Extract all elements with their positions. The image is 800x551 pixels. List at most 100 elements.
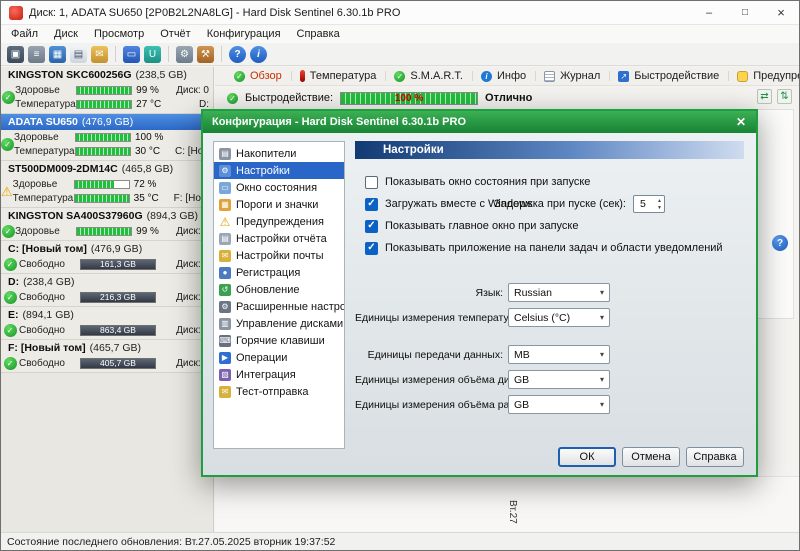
tab-performance[interactable]: Быстродействие bbox=[609, 67, 728, 85]
config-nav-test-send[interactable]: Тест-отправка bbox=[214, 383, 344, 400]
select-row-transfer-units: Единицы передачи данных: MB bbox=[355, 345, 744, 364]
toolbar-separator bbox=[168, 46, 169, 62]
config-nav-operations[interactable]: Операции bbox=[214, 349, 344, 366]
config-nav-hotkeys[interactable]: Горячие клавиши bbox=[214, 332, 344, 349]
configuration-dialog: Конфигурация - Hard Disk Sentinel 6.30.1… bbox=[201, 109, 758, 477]
partition-name: C: [Новый том] bbox=[8, 243, 87, 255]
status-ok-icon bbox=[3, 290, 17, 304]
transfer-units-select[interactable]: MB bbox=[508, 345, 610, 364]
disk-stack-icon[interactable] bbox=[28, 45, 45, 63]
partition-item-c[interactable]: C: [Новый том](476,9 GB) Свободно161,3 G… bbox=[1, 241, 213, 274]
checkbox-load-with-windows[interactable]: ✓ bbox=[365, 197, 378, 211]
chevron-down-icon bbox=[600, 375, 604, 384]
gear-icon[interactable] bbox=[176, 45, 193, 63]
help-icon[interactable] bbox=[229, 45, 246, 63]
menu-report[interactable]: Отчёт bbox=[152, 28, 198, 40]
registration-icon bbox=[219, 266, 231, 279]
partition-size: (476,9 GB) bbox=[90, 243, 143, 255]
disk-item-st500dm009[interactable]: ST500DM009-2DM14C(465,8 GB) Здоровье72 %… bbox=[1, 161, 213, 208]
maximize-icon[interactable] bbox=[727, 1, 763, 24]
tab-smart[interactable]: S.M.A.R.T. bbox=[385, 67, 472, 85]
report-icon[interactable] bbox=[70, 45, 87, 63]
menu-file[interactable]: Файл bbox=[3, 28, 46, 40]
menu-disk[interactable]: Диск bbox=[46, 28, 86, 40]
config-nav-status-window[interactable]: Окно состояния bbox=[214, 179, 344, 196]
tab-temperature[interactable]: Температура bbox=[290, 67, 386, 85]
config-nav-update[interactable]: Обновление bbox=[214, 281, 344, 298]
startup-delay-label: Задержка при пуске (сек): bbox=[493, 198, 626, 210]
temperature-units-select[interactable]: Celsius (°C) bbox=[508, 308, 610, 327]
config-nav-drives[interactable]: Накопители bbox=[214, 145, 344, 162]
tools-icon[interactable] bbox=[197, 45, 214, 63]
disk-item-adata-su650[interactable]: ADATA SU650(476,9 GB) Здоровье100 %Диск:… bbox=[1, 114, 213, 161]
free-space-row: Свободно 161,3 GB Диск: 1 bbox=[19, 258, 209, 270]
minimize-icon[interactable] bbox=[691, 1, 727, 24]
partition-volume-units-select[interactable]: GB bbox=[508, 395, 610, 414]
free-space-bar: 216,3 GB bbox=[80, 291, 156, 303]
ok-button[interactable]: ОК bbox=[558, 447, 616, 467]
free-space-bar: 161,3 GB bbox=[80, 258, 156, 270]
arrows-vertical-icon[interactable]: ⇅ bbox=[777, 89, 792, 104]
status-ok-icon bbox=[3, 323, 17, 337]
tab-info[interactable]: Инфо bbox=[471, 67, 535, 85]
menu-view[interactable]: Просмотр bbox=[86, 28, 152, 40]
disk-item-kingston-sa400[interactable]: KINGSTON SA400S37960G(894,3 GB) Здоровье… bbox=[1, 208, 213, 241]
config-nav-alerts[interactable]: Предупреждения bbox=[214, 213, 344, 230]
dialog-titlebar[interactable]: Конфигурация - Hard Disk Sentinel 6.30.1… bbox=[203, 111, 756, 133]
language-select[interactable]: Russian bbox=[508, 283, 610, 302]
config-nav-settings[interactable]: Настройки bbox=[214, 162, 344, 179]
menubar: Файл Диск Просмотр Отчёт Конфигурация Сп… bbox=[1, 25, 799, 43]
surface-test-icon[interactable] bbox=[49, 45, 66, 63]
checkbox-show-in-taskbar[interactable]: ✓ bbox=[365, 241, 378, 255]
config-nav-mail-settings[interactable]: Настройки почты bbox=[214, 247, 344, 264]
statusbar: Состояние последнего обновления: Вт.27.0… bbox=[1, 532, 799, 550]
config-nav-integration[interactable]: Интеграция bbox=[214, 366, 344, 383]
free-space-bar: 863,4 GB bbox=[80, 324, 156, 336]
arrows-horizontal-icon[interactable]: ⇄ bbox=[757, 89, 772, 104]
disk-size: (238,5 GB) bbox=[135, 69, 187, 81]
background-band: Вт.27 bbox=[215, 476, 799, 532]
performance-summary: Быстродействие: 100 % Отлично bbox=[215, 86, 799, 110]
config-nav-disk-management[interactable]: Управление дисками bbox=[214, 315, 344, 332]
health-bar bbox=[73, 179, 130, 189]
disk-item-kingston-skc600[interactable]: KINGSTON SKC600256G(238,5 GB) Здоровье99… bbox=[1, 67, 213, 114]
test-send-icon bbox=[219, 385, 231, 398]
window-controls bbox=[691, 1, 799, 24]
disk-name: KINGSTON SA400S37960G bbox=[8, 210, 143, 222]
config-nav-thresholds[interactable]: Пороги и значки bbox=[214, 196, 344, 213]
menu-configuration[interactable]: Конфигурация bbox=[199, 28, 289, 40]
usb-icon[interactable] bbox=[144, 45, 161, 63]
cancel-button[interactable]: Отмена bbox=[622, 447, 680, 467]
monitor-icon[interactable] bbox=[123, 45, 140, 63]
checkbox-show-status-window[interactable] bbox=[365, 175, 378, 189]
select-row-partition-volume-units: Единицы измерения объёма разделов: GB bbox=[355, 395, 744, 414]
disk-volume-units-select[interactable]: GB bbox=[508, 370, 610, 389]
config-nav-report-settings[interactable]: Настройки отчёта bbox=[214, 230, 344, 247]
dialog-close-icon[interactable] bbox=[730, 113, 752, 131]
tab-alerts[interactable]: Предупреждения bbox=[728, 67, 799, 85]
settings-icon bbox=[219, 164, 231, 177]
startup-delay-spinner[interactable]: 5 ▲ ▼ bbox=[633, 195, 665, 213]
disk-management-icon bbox=[219, 317, 231, 330]
close-icon[interactable] bbox=[763, 1, 799, 24]
temperature-row: Температура35 °CF: [Новый том] bbox=[12, 192, 213, 204]
checkbox-show-main-window[interactable]: ✓ bbox=[365, 219, 378, 233]
spinner-arrows-icon[interactable]: ▲ ▼ bbox=[657, 198, 662, 211]
help-circle-icon[interactable] bbox=[772, 235, 788, 251]
partition-item-f[interactable]: F: [Новый том](465,7 GB) Свободно405,7 G… bbox=[1, 340, 213, 373]
config-nav-advanced[interactable]: Расширенные настройки bbox=[214, 298, 344, 315]
mail-icon[interactable] bbox=[91, 45, 108, 63]
partition-item-d[interactable]: D:(238,4 GB) Свободно216,3 GBДиск: 0 bbox=[1, 274, 213, 307]
help-button[interactable]: Справка bbox=[686, 447, 744, 467]
app-icon bbox=[9, 5, 23, 20]
performance-label: Быстродействие: bbox=[245, 92, 334, 104]
menu-help[interactable]: Справка bbox=[289, 28, 348, 40]
partition-item-e[interactable]: E:(894,1 GB) Свободно863,4 GBДиск: 3 bbox=[1, 307, 213, 340]
config-nav-registration[interactable]: Регистрация bbox=[214, 264, 344, 281]
content-tabs: Обзор Температура S.M.A.R.T. Инфо Журнал… bbox=[215, 67, 799, 86]
tab-overview[interactable]: Обзор bbox=[225, 67, 291, 85]
info-icon[interactable] bbox=[250, 45, 267, 63]
tab-log[interactable]: Журнал bbox=[535, 67, 609, 85]
thresholds-icon bbox=[219, 198, 231, 211]
computer-icon[interactable] bbox=[7, 45, 24, 63]
